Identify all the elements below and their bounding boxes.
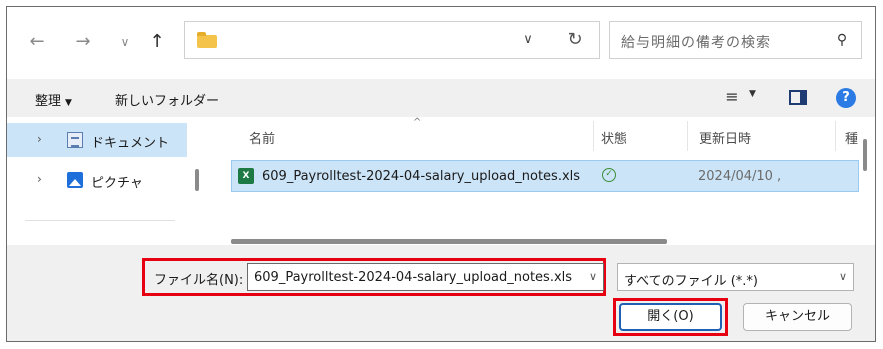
filetype-value: すべてのファイル (*.*): [624, 274, 758, 289]
nav-item-label: ドキュメント: [91, 136, 170, 151]
navigation-pane: › ドキュメント › ピクチャ: [7, 117, 207, 245]
column-divider[interactable]: [593, 121, 594, 151]
column-header-modified[interactable]: 更新日時: [699, 128, 751, 147]
column-header-status[interactable]: 状態: [601, 128, 627, 147]
nav-item-pictures[interactable]: › ピクチャ: [7, 163, 187, 197]
file-row[interactable]: X 609_Payrolltest-2024-04-salary_upload_…: [231, 160, 859, 192]
new-folder-button[interactable]: 新しいフォルダー: [115, 90, 219, 109]
cancel-button[interactable]: キャンセル: [743, 303, 852, 331]
preview-pane-icon[interactable]: [789, 90, 807, 105]
open-button[interactable]: 開く(O): [619, 303, 722, 331]
recent-locations-button[interactable]: ∨: [113, 29, 137, 55]
command-bar: 整理 ▼ 新しいフォルダー ≡ ▼ ?: [7, 79, 875, 117]
help-icon[interactable]: ?: [836, 88, 856, 108]
file-name: 609_Payrolltest-2024-04-salary_upload_no…: [262, 169, 581, 184]
forward-button[interactable]: →: [71, 29, 95, 55]
organize-label: 整理: [35, 94, 62, 109]
column-header-type[interactable]: 種: [845, 128, 858, 147]
filetype-select[interactable]: すべてのファイル (*.*) ∨: [617, 263, 854, 291]
vertical-scrollbar[interactable]: [863, 139, 867, 171]
filename-input[interactable]: 609_Payrolltest-2024-04-salary_upload_no…: [247, 263, 604, 291]
address-row: ← → ∨ ↑ ∨ ↻ 給与明細の備考の検索 ⚲: [7, 7, 875, 79]
search-input[interactable]: 給与明細の備考の検索 ⚲: [609, 21, 862, 59]
caret-down-icon: ▼: [65, 98, 72, 108]
filename-value: 609_Payrolltest-2024-04-salary_upload_no…: [254, 270, 573, 285]
chevron-down-icon[interactable]: ∨: [839, 270, 847, 283]
arrow-up-icon: ↑: [149, 31, 165, 52]
chevron-down-icon[interactable]: ∨: [589, 270, 597, 283]
column-divider[interactable]: [835, 121, 836, 151]
chevron-right-icon[interactable]: ›: [37, 172, 42, 186]
dialog-footer: ファイル名(N): 609_Payrolltest-2024-04-salary…: [7, 245, 875, 341]
sort-ascending-icon: ^: [413, 117, 422, 128]
documents-icon: [67, 132, 83, 148]
filename-label: ファイル名(N):: [154, 273, 244, 288]
address-bar[interactable]: ∨ ↻: [184, 21, 600, 59]
address-history-button[interactable]: ∨: [519, 31, 537, 49]
file-modified-date: 2024/04/10 ,: [698, 169, 782, 184]
chevron-down-icon: ∨: [523, 32, 533, 47]
arrow-left-icon: ←: [29, 31, 45, 52]
up-button[interactable]: ↑: [145, 29, 169, 55]
file-open-dialog: ← → ∨ ↑ ∨ ↻ 給与明細の備考の検索 ⚲ 整理 ▼ 新しいフォルダー ≡ …: [6, 6, 876, 342]
horizontal-scrollbar[interactable]: [231, 239, 667, 244]
pictures-icon: [67, 172, 83, 188]
nav-scrollbar[interactable]: [195, 169, 199, 191]
view-list-icon[interactable]: ≡: [723, 88, 741, 106]
search-placeholder: 給与明細の備考の検索: [621, 35, 771, 51]
back-button[interactable]: ←: [25, 29, 49, 55]
refresh-button[interactable]: ↻: [563, 27, 587, 53]
file-list: ^ 名前 状態 更新日時 種 X 609_Payrolltest-2024-04…: [207, 117, 875, 245]
synced-check-icon: ✓: [602, 168, 616, 182]
refresh-icon: ↻: [567, 29, 583, 50]
search-icon[interactable]: ⚲: [833, 31, 851, 49]
organize-menu[interactable]: 整理 ▼: [35, 90, 72, 109]
column-header-name[interactable]: 名前: [249, 128, 275, 147]
nav-item-documents[interactable]: › ドキュメント: [7, 123, 187, 157]
chevron-right-icon[interactable]: ›: [37, 132, 42, 146]
arrow-right-icon: →: [75, 31, 91, 52]
nav-item-label: ピクチャ: [91, 176, 143, 191]
chevron-down-icon: ∨: [120, 35, 130, 49]
column-divider[interactable]: [687, 121, 688, 151]
excel-file-icon: X: [238, 168, 254, 184]
caret-down-icon[interactable]: ▼: [749, 89, 756, 99]
divider: [25, 220, 175, 221]
column-header-row: ^ 名前 状態 更新日時 種: [207, 117, 875, 153]
folder-icon: [197, 32, 217, 48]
